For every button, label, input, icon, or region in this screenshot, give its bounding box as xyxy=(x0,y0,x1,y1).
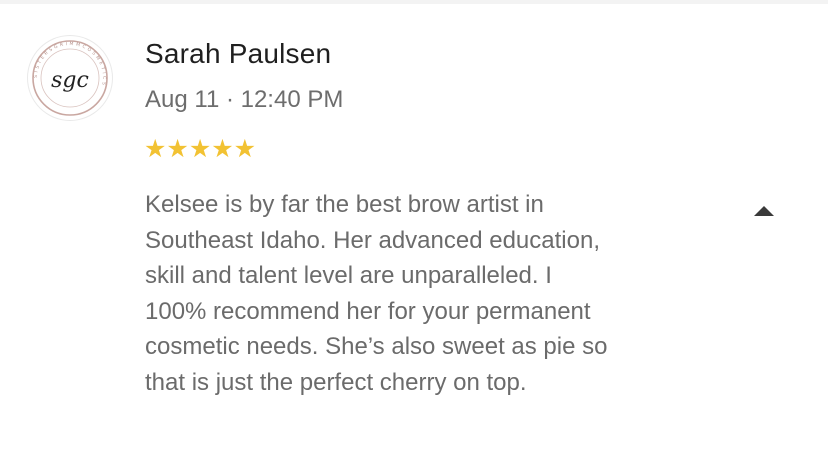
review-text-line: skill and talent level are unparalleled.… xyxy=(145,262,552,289)
avatar[interactable]: SISTERSGRIMMCOSMETICS sgc xyxy=(28,36,112,120)
collapse-review-button[interactable] xyxy=(748,196,780,224)
review-text: Kelsee is by far the best brow artist in… xyxy=(145,187,735,400)
review-text-line: Kelsee is by far the best brow artist in xyxy=(145,191,544,218)
review-text-line: cosmetic needs. She’s also sweet as pie … xyxy=(145,333,608,360)
star-rating: ★★★★★ xyxy=(144,134,257,163)
avatar-monogram: sgc xyxy=(51,68,89,93)
review-text-line: 100% recommend her for your permanent xyxy=(145,297,591,325)
review-date: Aug 11 · 12:40 PM xyxy=(145,86,344,113)
reviewer-name[interactable]: Sarah Paulsen xyxy=(145,38,331,70)
caret-up-icon xyxy=(754,206,774,216)
avatar-logo-icon: SISTERSGRIMMCOSMETICS sgc xyxy=(32,40,108,116)
review-card: SISTERSGRIMMCOSMETICS sgc Sarah Paulsen … xyxy=(0,0,828,457)
review-text-line: Southeast Idaho. Her advanced education, xyxy=(145,226,600,254)
review-text-line: that is just the perfect cherry on top. xyxy=(145,368,527,396)
